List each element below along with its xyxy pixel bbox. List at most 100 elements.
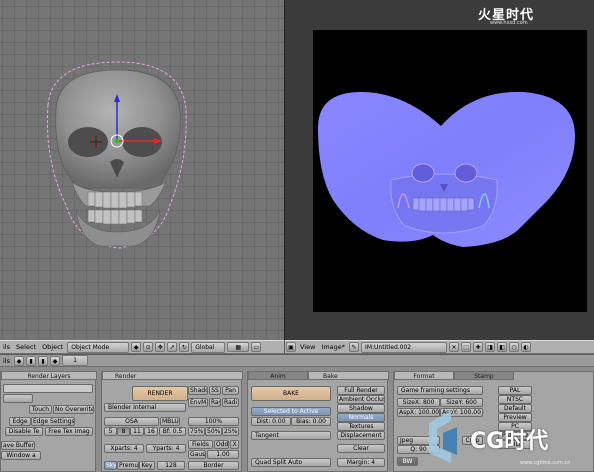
context-icon-3[interactable]: ▮: [38, 355, 48, 366]
bake-mode-full-render[interactable]: Full Render: [337, 386, 385, 395]
editor-type-icon[interactable]: ▣: [286, 342, 296, 352]
select-menu[interactable]: Select: [13, 343, 39, 351]
skull-model[interactable]: [0, 0, 284, 340]
3d-viewport[interactable]: [0, 0, 284, 340]
context-icon-1[interactable]: ◆: [14, 355, 24, 366]
layer-grid-icon[interactable]: ▦: [227, 342, 250, 352]
filter-dropdown[interactable]: Gaus: [188, 450, 206, 459]
context-icon-2[interactable]: ▮: [26, 355, 36, 366]
no-overwrite-button[interactable]: No Overwrite: [53, 405, 94, 414]
blur-factor-field[interactable]: Bf: 0.5: [159, 427, 186, 436]
edge-settings-button[interactable]: Edge Settings: [31, 417, 75, 426]
tab-render-layers[interactable]: Render Layers: [1, 371, 97, 380]
render-engine-dropdown[interactable]: Blender Internal: [104, 403, 186, 412]
preset-pal[interactable]: PAL: [498, 386, 532, 395]
render-icon[interactable]: ◐: [521, 342, 532, 352]
orientation-dropdown[interactable]: Global: [191, 341, 226, 353]
yparts-field[interactable]: Yparts: 4: [146, 444, 186, 453]
pano-toggle[interactable]: Pan: [222, 386, 239, 395]
touch-button[interactable]: Touch: [29, 405, 52, 414]
bake-button[interactable]: BAKE: [251, 386, 331, 401]
translate-icon[interactable]: ↗: [167, 342, 178, 352]
odd-toggle[interactable]: Odd: [214, 440, 229, 449]
close-icon[interactable]: ✕: [449, 342, 460, 352]
bake-mode-normals[interactable]: Normals: [337, 413, 385, 422]
paint-icon[interactable]: ✚: [473, 342, 484, 352]
shadow-toggle[interactable]: Shado: [188, 386, 208, 395]
clear-button[interactable]: Clear: [337, 444, 385, 453]
bake-mode-textures[interactable]: Textures: [337, 422, 385, 431]
frame-field[interactable]: 1: [62, 355, 88, 366]
tab-anim[interactable]: Anim: [248, 371, 308, 380]
view-menu-image[interactable]: View: [297, 343, 318, 351]
save-buffers-button[interactable]: ave Buffers: [1, 441, 35, 450]
size-100-button[interactable]: 100%: [188, 417, 239, 426]
osa-11-button[interactable]: 11: [130, 427, 144, 436]
bake-mode-displacement[interactable]: Displacement: [337, 431, 385, 440]
baked-normal-map-canvas[interactable]: [313, 30, 587, 312]
selected-to-active-toggle[interactable]: Selected to Active: [251, 407, 331, 416]
tile-size-field[interactable]: 128: [157, 461, 185, 470]
tab-stamp[interactable]: Stamp: [454, 371, 514, 380]
pivot-icon[interactable]: ⊙: [143, 342, 154, 352]
x-toggle[interactable]: X: [230, 440, 239, 449]
premul-button[interactable]: Premul: [117, 461, 139, 470]
buttons-menu[interactable]: ils: [0, 357, 13, 365]
preset-preview[interactable]: Preview: [498, 413, 532, 422]
normal-space-dropdown[interactable]: Tangent: [251, 431, 331, 440]
view-icon[interactable]: ◨: [485, 342, 496, 352]
tab-format[interactable]: Format: [394, 371, 454, 380]
osa-toggle[interactable]: OSA: [104, 417, 159, 426]
free-tex-images-button[interactable]: Free Tex Imag: [45, 427, 93, 436]
sky-button[interactable]: Sky: [104, 461, 117, 470]
key-button[interactable]: Key: [139, 461, 155, 470]
pin-icon[interactable]: ✎: [349, 342, 360, 352]
layer-toggle[interactable]: [3, 394, 33, 403]
ray-toggle[interactable]: Ray: [209, 398, 221, 407]
split-dropdown[interactable]: Quad Split Auto: [251, 458, 331, 467]
disable-tex-button[interactable]: Disable Te: [5, 427, 43, 436]
bw-button[interactable]: BW: [397, 457, 418, 466]
osa-5-button[interactable]: 5: [104, 427, 117, 436]
size-50-button[interactable]: 50%: [205, 427, 222, 436]
mode-dropdown[interactable]: Object Mode: [67, 341, 130, 353]
context-icon-4[interactable]: ◆: [50, 355, 60, 366]
view-menu[interactable]: ils: [0, 343, 13, 351]
radiosity-toggle[interactable]: Radi: [222, 398, 239, 407]
uv-sync-icon[interactable]: ⬚: [461, 342, 472, 352]
border-toggle[interactable]: Border: [188, 461, 239, 470]
fields-toggle[interactable]: Fields: [188, 440, 213, 449]
sss-toggle[interactable]: SS: [209, 386, 221, 395]
rotate-icon[interactable]: ↻: [179, 342, 190, 352]
preset-ntsc[interactable]: NTSC: [498, 395, 532, 404]
bias-field[interactable]: Bias: 0.00: [291, 417, 331, 426]
lock-icon[interactable]: ▭: [251, 342, 262, 352]
preset-default[interactable]: Default: [498, 404, 532, 413]
layer-name-field[interactable]: [3, 384, 93, 393]
edge-button[interactable]: Edge: [9, 417, 31, 426]
size-25-button[interactable]: 25%: [222, 427, 239, 436]
tab-render[interactable]: Render: [102, 371, 243, 380]
filter-size-field[interactable]: 1.00: [207, 450, 239, 459]
alpha-icon[interactable]: ◧: [497, 342, 508, 352]
bake-mode-ao[interactable]: Ambient Occlusi: [337, 395, 385, 404]
draw-type-icon[interactable]: ◆: [131, 342, 142, 352]
osa-8-button[interactable]: 8: [117, 427, 130, 436]
mblur-toggle[interactable]: MBLUR: [160, 417, 180, 426]
object-menu[interactable]: Object: [39, 343, 66, 351]
tab-bake[interactable]: Bake: [308, 371, 389, 380]
distance-field[interactable]: Dist: 0.00: [251, 417, 291, 426]
image-browse-field[interactable]: IM:Untitled.002: [361, 341, 448, 353]
manipulator-toggle-icon[interactable]: ✥: [155, 342, 166, 352]
image-menu[interactable]: Image*: [318, 343, 348, 351]
preset-dropdown[interactable]: Game framing settings: [397, 386, 483, 395]
xparts-field[interactable]: Xparts: 4: [104, 444, 144, 453]
render-window-dropdown[interactable]: Window a: [1, 451, 41, 460]
render-button[interactable]: RENDER: [132, 386, 188, 401]
envmap-toggle[interactable]: EnvMa: [188, 398, 208, 407]
bake-mode-shadow[interactable]: Shadow: [337, 404, 385, 413]
zoom-icon[interactable]: ○: [509, 342, 520, 352]
size-75-button[interactable]: 75%: [188, 427, 205, 436]
osa-16-button[interactable]: 16: [144, 427, 158, 436]
margin-field[interactable]: Margin: 4: [337, 458, 385, 467]
